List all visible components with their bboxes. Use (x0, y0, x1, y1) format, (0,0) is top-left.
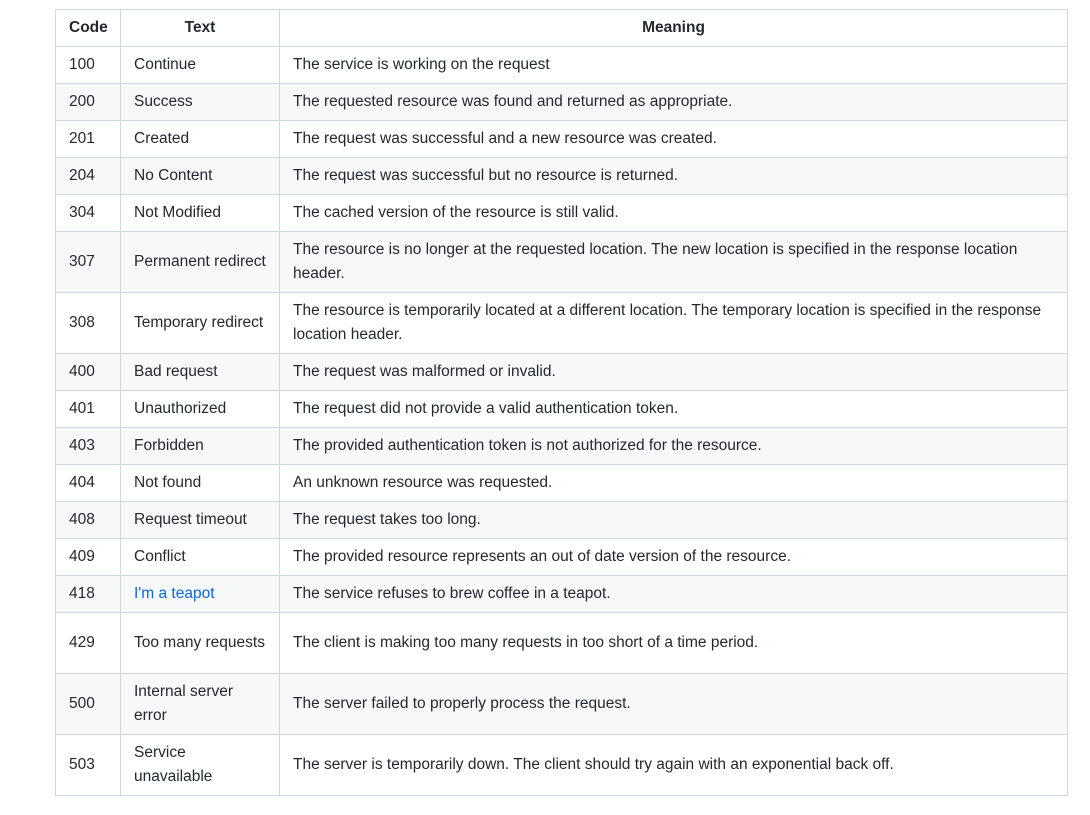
cell-text: Unauthorized (120, 390, 280, 428)
cell-code: 401 (55, 390, 121, 428)
table-row: 401 Unauthorized The request did not pro… (55, 390, 1068, 428)
cell-code: 404 (55, 464, 121, 502)
cell-text: Created (120, 120, 280, 158)
cell-code: 307 (55, 231, 121, 293)
cell-meaning: The request was successful but no resour… (279, 157, 1068, 195)
cell-code: 200 (55, 83, 121, 121)
cell-meaning: The request was malformed or invalid. (279, 353, 1068, 391)
cell-code: 304 (55, 194, 121, 232)
cell-text: Continue (120, 46, 280, 84)
cell-text: Conflict (120, 538, 280, 576)
table-row: 201 Created The request was successful a… (55, 120, 1068, 158)
cell-code: 201 (55, 120, 121, 158)
cell-meaning: The resource is no longer at the request… (279, 231, 1068, 293)
table-body: 100 Continue The service is working on t… (55, 46, 1068, 796)
table-row: 403 Forbidden The provided authenticatio… (55, 427, 1068, 465)
cell-code: 400 (55, 353, 121, 391)
cell-text: No Content (120, 157, 280, 195)
cell-code: 100 (55, 46, 121, 84)
status-code-table-container: Code Text Meaning 100 Continue The servi… (55, 9, 1068, 796)
table-row: 404 Not found An unknown resource was re… (55, 464, 1068, 502)
table-row: 200 Success The requested resource was f… (55, 83, 1068, 121)
cell-text: Not found (120, 464, 280, 502)
cell-text: Too many requests (120, 612, 280, 674)
cell-meaning: The resource is temporarily located at a… (279, 292, 1068, 354)
header-text: Text (120, 9, 280, 47)
cell-meaning: The service refuses to brew coffee in a … (279, 575, 1068, 613)
cell-meaning: The provided authentication token is not… (279, 427, 1068, 465)
cell-text: Request timeout (120, 501, 280, 539)
cell-code: 429 (55, 612, 121, 674)
cell-code: 308 (55, 292, 121, 354)
cell-code: 500 (55, 673, 121, 735)
cell-meaning: The server failed to properly process th… (279, 673, 1068, 735)
cell-code: 418 (55, 575, 121, 613)
table-row: 503 Service unavailable The server is te… (55, 734, 1068, 796)
cell-text: Forbidden (120, 427, 280, 465)
cell-code: 503 (55, 734, 121, 796)
cell-meaning: The service is working on the request (279, 46, 1068, 84)
cell-code: 409 (55, 538, 121, 576)
cell-text: Bad request (120, 353, 280, 391)
cell-text: Permanent redirect (120, 231, 280, 293)
table-row: 308 Temporary redirect The resource is t… (55, 292, 1068, 354)
cell-code: 403 (55, 427, 121, 465)
table-row: 500 Internal server error The server fai… (55, 673, 1068, 735)
cell-code: 204 (55, 157, 121, 195)
cell-text: Service unavailable (120, 734, 280, 796)
cell-meaning: An unknown resource was requested. (279, 464, 1068, 502)
cell-meaning: The requested resource was found and ret… (279, 83, 1068, 121)
cell-meaning: The request did not provide a valid auth… (279, 390, 1068, 428)
cell-meaning: The server is temporarily down. The clie… (279, 734, 1068, 796)
cell-text: Internal server error (120, 673, 280, 735)
cell-meaning: The client is making too many requests i… (279, 612, 1068, 674)
table-row: 304 Not Modified The cached version of t… (55, 194, 1068, 232)
header-meaning: Meaning (279, 9, 1068, 47)
table-row: 409 Conflict The provided resource repre… (55, 538, 1068, 576)
cell-text: Success (120, 83, 280, 121)
table-row: 418 I'm a teapot The service refuses to … (55, 575, 1068, 613)
status-code-table: Code Text Meaning 100 Continue The servi… (55, 9, 1068, 796)
cell-text: Temporary redirect (120, 292, 280, 354)
teapot-link[interactable]: I'm a teapot (120, 575, 280, 613)
cell-code: 408 (55, 501, 121, 539)
cell-meaning: The request takes too long. (279, 501, 1068, 539)
cell-meaning: The cached version of the resource is st… (279, 194, 1068, 232)
header-code: Code (55, 9, 121, 47)
cell-text: Not Modified (120, 194, 280, 232)
table-row: 204 No Content The request was successfu… (55, 157, 1068, 195)
cell-meaning: The provided resource represents an out … (279, 538, 1068, 576)
table-row: 100 Continue The service is working on t… (55, 46, 1068, 84)
cell-meaning: The request was successful and a new res… (279, 120, 1068, 158)
header-row: Code Text Meaning (55, 9, 1068, 47)
table-row: 408 Request timeout The request takes to… (55, 501, 1068, 539)
table-row: 307 Permanent redirect The resource is n… (55, 231, 1068, 293)
table-row: 400 Bad request The request was malforme… (55, 353, 1068, 391)
table-row: 429 Too many requests The client is maki… (55, 612, 1068, 674)
table-header: Code Text Meaning (55, 9, 1068, 47)
